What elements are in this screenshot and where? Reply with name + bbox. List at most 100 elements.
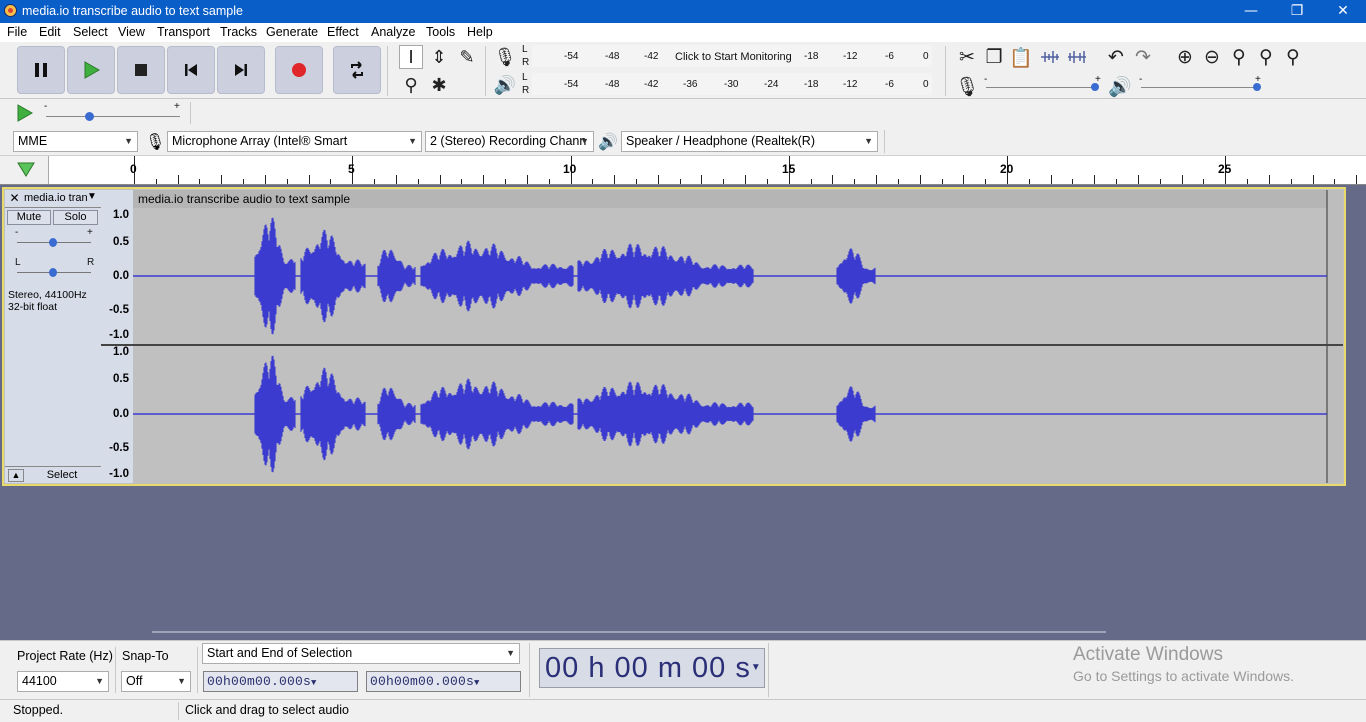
speaker-icon: 🔊 [1108, 75, 1132, 98]
project-rate-select[interactable]: 44100 ▼ [17, 671, 109, 692]
zoom-in-icon: ⊕ [1177, 46, 1193, 68]
slider-thumb[interactable] [49, 268, 57, 277]
chevron-down-icon: ▼ [750, 662, 762, 673]
toolbar-separator [197, 647, 198, 693]
copy-button[interactable]: ❐ [981, 44, 1007, 70]
zoom-tool[interactable]: ⚲ [399, 73, 423, 97]
selection-tool[interactable]: I [399, 45, 423, 69]
play-at-speed-button[interactable] [14, 102, 36, 124]
playback-volume-icon: 🔊 [1107, 73, 1133, 99]
scale-label: 1.0 [113, 346, 129, 358]
play-icon [17, 104, 34, 122]
record-meter[interactable]: -54 -48 -42 Click to Start Monitoring -1… [532, 45, 932, 67]
playback-speed-slider[interactable]: - + [44, 101, 182, 122]
chevron-down-icon[interactable]: ▼ [87, 191, 97, 202]
playback-meter-button[interactable]: 🔊 [493, 73, 517, 97]
menu-generate[interactable]: Generate [266, 25, 318, 39]
close-track-icon[interactable]: ✕ [8, 191, 21, 205]
zoom-out-button[interactable]: ⊖ [1199, 44, 1225, 70]
record-meter-tick: -12 [843, 51, 858, 62]
menu-tools[interactable]: Tools [426, 25, 455, 39]
silence-audio-icon [1068, 51, 1086, 63]
timeline-ruler[interactable]: 0 5 10 15 20 25 [0, 156, 1366, 185]
loop-button[interactable] [333, 46, 381, 94]
slider-minus-label: - [15, 227, 19, 238]
collapse-track-button[interactable]: ▲ [8, 469, 24, 482]
slider-thumb[interactable] [1091, 83, 1099, 91]
slider-thumb[interactable] [1253, 83, 1261, 91]
slider-thumb[interactable] [85, 112, 94, 121]
chevron-down-icon: ▼ [580, 136, 589, 146]
selection-end-time[interactable]: 00h00m00.000s▼ [366, 671, 521, 692]
multi-tool[interactable]: ✱ [427, 73, 451, 97]
speaker-icon: 🔊 [598, 132, 618, 151]
menu-view[interactable]: View [118, 25, 145, 39]
pause-button[interactable] [17, 46, 65, 94]
select-track-button[interactable]: Select [27, 469, 97, 482]
ruler-tick [854, 179, 855, 184]
record-meter-prompt[interactable]: Click to Start Monitoring [675, 51, 792, 63]
zoom-toggle-button[interactable]: ⚲ [1280, 44, 1306, 70]
menu-select[interactable]: Select [73, 25, 108, 39]
undo-button[interactable]: ↶ [1103, 44, 1129, 70]
horizontal-scrollbar[interactable] [152, 631, 1106, 633]
vertical-scale[interactable]: 1.0 0.5 0.0 -0.5 -1.0 1.0 0.5 0.0 -0.5 -… [101, 190, 134, 483]
minimize-button[interactable]: — [1228, 0, 1274, 23]
zoom-in-button[interactable]: ⊕ [1172, 44, 1198, 70]
cut-button[interactable]: ✂ [954, 44, 980, 70]
envelope-tool[interactable]: ⇕ [427, 45, 451, 69]
ibeam-icon: I [408, 46, 414, 68]
menu-transport[interactable]: Transport [157, 25, 210, 39]
ruler-label: 10 [563, 162, 577, 176]
timeline-pin-icon [17, 162, 35, 177]
ruler-tick [418, 179, 419, 184]
close-button[interactable]: ✕ [1320, 0, 1366, 23]
paste-button[interactable]: 📋 [1008, 44, 1034, 70]
audio-position-time[interactable]: 00 h 00 m 00 s▼ [539, 648, 765, 688]
clip-name[interactable]: media.io transcribe audio to text sample [138, 192, 350, 206]
slider-thumb[interactable] [49, 238, 57, 247]
track-name-menu[interactable]: media.io tran [24, 192, 88, 204]
pan-slider[interactable]: L R [13, 257, 95, 277]
redo-button[interactable]: ↷ [1130, 44, 1156, 70]
window-title: media.io transcribe audio to text sample [22, 4, 243, 18]
fit-project-button[interactable]: ⚲ [1253, 44, 1279, 70]
audio-host-select[interactable]: MME ▼ [13, 131, 138, 152]
recording-device-select[interactable]: Microphone Array (Intel® Smart ▼ [167, 131, 422, 152]
skip-to-end-button[interactable] [217, 46, 265, 94]
skip-to-start-button[interactable] [167, 46, 215, 94]
menu-analyze[interactable]: Analyze [371, 25, 415, 39]
menu-edit[interactable]: Edit [39, 25, 61, 39]
mute-button[interactable]: Mute [7, 210, 51, 225]
play-button[interactable] [67, 46, 115, 94]
snap-to-select[interactable]: Off ▼ [121, 671, 191, 692]
timeline-options[interactable] [0, 156, 49, 184]
trim-button[interactable] [1037, 44, 1063, 70]
stop-button[interactable] [117, 46, 165, 94]
playback-meter-tick: -54 [564, 79, 579, 90]
menu-help[interactable]: Help [467, 25, 493, 39]
audacity-app-icon [4, 4, 17, 17]
record-button[interactable] [275, 46, 323, 94]
selection-start-time[interactable]: 00h00m00.000s▼ [203, 671, 358, 692]
playback-state: Stopped. [13, 703, 64, 717]
playback-volume-slider[interactable]: - + [1139, 74, 1261, 94]
solo-button[interactable]: Solo [53, 210, 98, 225]
playback-device-select[interactable]: Speaker / Headphone (Realtek(R) ▼ [621, 131, 878, 152]
menu-tracks[interactable]: Tracks [220, 25, 257, 39]
ruler-tick [745, 175, 746, 184]
menu-effect[interactable]: Effect [327, 25, 359, 39]
restore-button[interactable]: ❐ [1274, 0, 1320, 23]
gain-slider[interactable]: - + [13, 227, 95, 248]
playback-meter[interactable]: -54 -48 -42 -36 -30 -24 -18 -12 -6 0 [532, 73, 932, 95]
fit-selection-button[interactable]: ⚲ [1226, 44, 1252, 70]
record-meter-button[interactable]: 🎙 [493, 45, 517, 69]
waveform[interactable] [133, 190, 1343, 483]
recording-volume-slider[interactable]: - + [984, 74, 1101, 94]
draw-tool[interactable]: ✎ [455, 45, 479, 69]
menu-file[interactable]: File [7, 25, 27, 39]
recording-channels-select[interactable]: 2 (Stereo) Recording Chann ▼ [425, 131, 594, 152]
waveform-view[interactable]: media.io transcribe audio to text sample [133, 190, 1343, 483]
silence-button[interactable] [1064, 44, 1090, 70]
selection-mode-select[interactable]: Start and End of Selection ▼ [202, 643, 520, 664]
